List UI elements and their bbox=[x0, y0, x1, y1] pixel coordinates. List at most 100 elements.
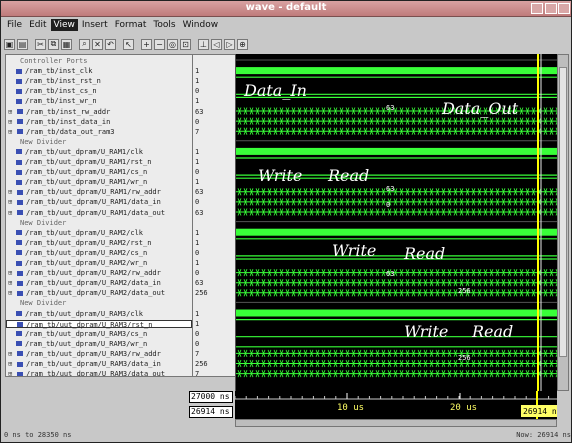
signal-row[interactable]: ⊞ /ram_tb/inst_rw_addr bbox=[6, 108, 192, 116]
minimize-button[interactable] bbox=[531, 3, 543, 14]
expand-icon[interactable]: ⊞ bbox=[8, 209, 13, 217]
signal-icon bbox=[16, 260, 22, 266]
expand-icon[interactable]: ⊞ bbox=[8, 289, 13, 297]
signal-value: 63 bbox=[195, 208, 204, 217]
menu-edit[interactable]: Edit bbox=[26, 19, 49, 31]
expand-icon[interactable]: ⊞ bbox=[8, 350, 13, 358]
scroll-thumb[interactable] bbox=[559, 67, 567, 357]
signal-row[interactable]: ⊞ /ram_tb/uut_dpram/U_RAM2/data_out bbox=[6, 289, 192, 297]
divider-row[interactable]: New Divider bbox=[6, 219, 192, 227]
delete-icon[interactable]: ✕ bbox=[92, 38, 103, 50]
signal-row[interactable]: ⊞ /ram_tb/uut_dpram/U_RAM3/data_in bbox=[6, 360, 192, 368]
signal-value: 256 bbox=[195, 289, 208, 298]
divider-row[interactable]: New Divider bbox=[6, 299, 192, 307]
menu-insert[interactable]: Insert bbox=[79, 19, 111, 31]
expand-icon[interactable]: ⊞ bbox=[8, 118, 13, 126]
signal-value: 1 bbox=[195, 319, 200, 328]
signal-row[interactable]: /ram_tb/uut_dpram/U_RAM3/cs_n bbox=[6, 330, 192, 338]
undo-icon[interactable]: ↶ bbox=[105, 38, 116, 50]
signal-row[interactable]: ⊞ /ram_tb/uut_dpram/U_RAM1/data_out bbox=[6, 209, 192, 217]
zoom-out-icon[interactable]: − bbox=[154, 38, 165, 50]
expand-icon[interactable]: ⊞ bbox=[8, 269, 13, 277]
zoom-in-icon[interactable]: + bbox=[141, 38, 152, 50]
print-icon[interactable]: ▤ bbox=[17, 38, 28, 50]
expand-icon[interactable]: ⊞ bbox=[8, 188, 13, 196]
signal-row[interactable]: ⊞ /ram_tb/uut_dpram/U_RAM3/data_out bbox=[6, 370, 192, 377]
signal-row[interactable]: ⊞ /ram_tb/uut_dpram/U_RAM3/rw_addr bbox=[6, 350, 192, 358]
signal-row[interactable]: /ram_tb/uut_dpram/U_RAM3/clk bbox=[6, 310, 192, 318]
waveform-annotation: Write bbox=[332, 241, 376, 260]
signal-icon bbox=[16, 149, 22, 155]
bus-value-label: 0 bbox=[386, 201, 390, 209]
cursor-icon[interactable]: ⊥ bbox=[198, 38, 209, 50]
menu-bar: File Edit View Insert Format Tools Windo… bbox=[1, 17, 571, 33]
maximize-button[interactable] bbox=[545, 3, 557, 14]
signal-row[interactable]: ⊞ /ram_tb/inst_data_in bbox=[6, 118, 192, 126]
menu-view[interactable]: View bbox=[50, 19, 78, 31]
bus-value-label: 63 bbox=[386, 104, 394, 112]
menu-format[interactable]: Format bbox=[112, 19, 150, 31]
find-icon[interactable]: ⌕ bbox=[79, 38, 90, 50]
signal-icon bbox=[16, 88, 22, 94]
zoom-full-icon[interactable]: ◎ bbox=[167, 38, 178, 50]
waveform-canvas[interactable]: Data_In Data_Out Write Read Write Read Write Re… bbox=[236, 54, 557, 391]
expand-icon[interactable]: ⊞ bbox=[8, 279, 13, 287]
close-button[interactable] bbox=[558, 3, 570, 14]
divider-row[interactable]: New Divider bbox=[6, 138, 192, 146]
signal-row[interactable]: /ram_tb/inst_clk bbox=[6, 67, 192, 75]
expand-icon[interactable]: ⊞ bbox=[8, 370, 13, 376]
signal-name: /ram_tb/uut_dpram/U_RAM3/data_in bbox=[26, 360, 161, 368]
paste-icon[interactable]: ▦ bbox=[61, 38, 72, 50]
signal-row[interactable]: /ram_tb/uut_dpram/U_RAM1/cs_n bbox=[6, 168, 192, 176]
time-axis-canvas: 10 us 20 us 26914 ns bbox=[234, 391, 562, 419]
horizontal-scrollbar[interactable] bbox=[235, 419, 557, 427]
divider-row[interactable]: Controller Ports bbox=[6, 57, 192, 65]
signal-row[interactable]: /ram_tb/inst_cs_n bbox=[6, 87, 192, 95]
select-icon[interactable]: ↖ bbox=[123, 38, 134, 50]
signal-row[interactable]: /ram_tb/uut_dpram/U_RAM1/rst_n bbox=[6, 158, 192, 166]
signal-value bbox=[193, 219, 235, 227]
zoom-fit-icon[interactable]: ⊡ bbox=[180, 38, 191, 50]
signal-name: /ram_tb/inst_cs_n bbox=[25, 87, 97, 96]
signal-row[interactable]: /ram_tb/uut_dpram/U_RAM1/clk bbox=[6, 148, 192, 156]
menu-tools[interactable]: Tools bbox=[150, 19, 178, 31]
signal-row[interactable]: /ram_tb/inst_wr_n bbox=[6, 97, 192, 105]
cut-icon[interactable]: ✂ bbox=[35, 38, 46, 50]
expand-icon[interactable]: ⊞ bbox=[8, 108, 13, 116]
signal-names-pane[interactable]: Controller Ports/ram_tb/inst_clk/ram_tb/… bbox=[5, 54, 193, 377]
cursor-prev-icon[interactable]: ◁ bbox=[211, 38, 222, 50]
signal-row[interactable]: ⊞ /ram_tb/data_out_ram3 bbox=[6, 128, 192, 136]
signal-row[interactable]: /ram_tb/uut_dpram/U_RAM2/cs_n bbox=[6, 249, 192, 257]
menu-file[interactable]: File bbox=[4, 19, 25, 31]
signal-name: /ram_tb/uut_dpram/U_RAM3/data_out bbox=[26, 370, 166, 377]
expand-icon[interactable]: ⊞ bbox=[8, 198, 13, 206]
save-icon[interactable]: ▣ bbox=[4, 38, 15, 50]
expand-icon[interactable]: ⊞ bbox=[8, 128, 13, 136]
cursor-next-icon[interactable]: ▷ bbox=[224, 38, 235, 50]
signal-row[interactable]: ⊞ /ram_tb/uut_dpram/U_RAM2/rw_addr bbox=[6, 269, 192, 277]
signal-row[interactable]: /ram_tb/uut_dpram/U_RAM2/wr_n bbox=[6, 259, 192, 267]
signal-row[interactable]: ⊞ /ram_tb/uut_dpram/U_RAM2/data_in bbox=[6, 279, 192, 287]
vertical-scrollbar[interactable] bbox=[557, 54, 569, 391]
signal-name: /ram_tb/uut_dpram/U_RAM1/rw_addr bbox=[26, 188, 161, 197]
signal-icon bbox=[17, 361, 23, 367]
signal-row[interactable]: /ram_tb/inst_rst_n bbox=[6, 77, 192, 85]
signal-value: 1 bbox=[195, 97, 200, 106]
cursor-add-icon[interactable]: ⊕ bbox=[237, 38, 248, 50]
waveform-pane[interactable]: Data_In Data_Out Write Read Write Read Write Re… bbox=[235, 54, 557, 391]
menu-window[interactable]: Window bbox=[180, 19, 222, 31]
signal-value: 63 bbox=[195, 107, 204, 116]
signal-row[interactable]: /ram_tb/uut_dpram/U_RAM3/rst_n bbox=[6, 319, 192, 329]
expand-icon[interactable]: ⊞ bbox=[8, 360, 13, 368]
signal-row[interactable]: /ram_tb/uut_dpram/U_RAM2/clk bbox=[6, 229, 192, 237]
copy-icon[interactable]: ⧉ bbox=[48, 38, 59, 50]
signal-row[interactable]: /ram_tb/uut_dpram/U_RAM2/rst_n bbox=[6, 239, 192, 247]
signal-row[interactable]: ⊞ /ram_tb/uut_dpram/U_RAM1/rw_addr bbox=[6, 188, 192, 196]
signal-row[interactable]: /ram_tb/uut_dpram/U_RAM1/wr_n bbox=[6, 178, 192, 186]
signal-values-pane[interactable]: 1 1 0 1 63 0 7 1 1 0 1 63 0 63 1 1 0 1 0 63 256 1 1 0 0 7 256 7 bbox=[193, 54, 235, 377]
signal-row[interactable]: /ram_tb/uut_dpram/U_RAM3/wr_n bbox=[6, 340, 192, 348]
axis-label: 10 us bbox=[337, 403, 364, 413]
signal-value: 7 bbox=[195, 370, 200, 377]
clock-waveform bbox=[236, 228, 557, 236]
signal-row[interactable]: ⊞ /ram_tb/uut_dpram/U_RAM1/data_in bbox=[6, 198, 192, 206]
